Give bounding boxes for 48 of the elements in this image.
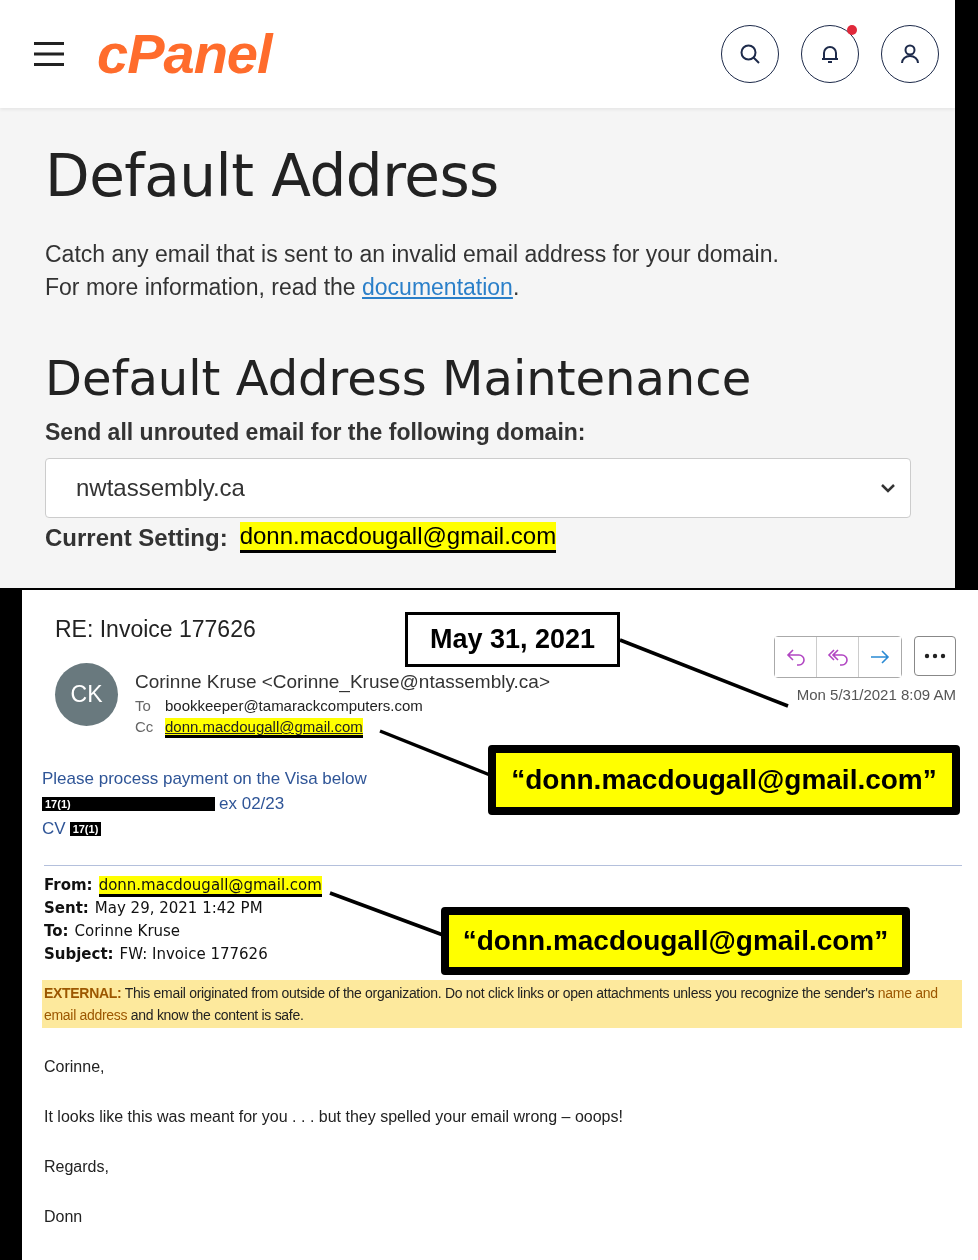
cv-label: CV — [42, 819, 66, 839]
chevron-icon — [880, 483, 896, 494]
quoted-header-value: May 29, 2021 1:42 PM — [94, 899, 263, 917]
reply-button[interactable] — [775, 637, 817, 677]
message-paragraph: It looks like this was meant for you . . . but they spelled your email wrong – ooops! — [44, 1107, 624, 1127]
quoted-header-label: Subject: — [44, 945, 114, 963]
current-setting-value: donn.macdougall@gmail.com — [239, 522, 557, 554]
cc-recipient: donn.macdougall@gmail.com — [165, 718, 363, 738]
quoted-header-value: donn.macdougall@gmail.com — [98, 876, 322, 897]
bell-icon — [819, 43, 841, 65]
email-date: Mon 5/31/2021 8:09 AM — [796, 686, 956, 703]
annotation-box: May 31, 2021 — [405, 612, 620, 667]
email-subject: RE: Invoice 177626 — [55, 616, 256, 643]
field-label: Send all unrouted email for the following domain: — [45, 419, 587, 447]
message-paragraph: Corinne, — [44, 1057, 106, 1077]
quoted-header-value: FW: Invoice 177626 — [119, 945, 268, 963]
annotation-box: “donn.macdougall@gmail.com” — [488, 745, 960, 815]
description: Catch any email that is sent to an invalid email address for your domain. For more information, read the documentation. — [45, 239, 780, 302]
more-button[interactable] — [914, 636, 956, 676]
current-setting-label: Current Setting: — [45, 523, 228, 552]
domain-select[interactable]: nwtassembly.ca — [45, 458, 911, 519]
body-text: Please process payment on the Visa below — [42, 769, 367, 789]
external-warning: EXTERNAL: This email originated from outside of the organization. Do not click links or open attachments unless you recognize the sender's name and email address and know the content is safe. — [42, 980, 962, 1028]
quoted-header-label: From: — [44, 876, 93, 894]
message-paragraph: Donn — [44, 1207, 84, 1227]
sender: Corinne Kruse <Corinne_Kruse@ntassembly.ca> — [135, 671, 551, 693]
page-title: Default Address — [45, 142, 500, 212]
quoted-header-label: To: — [44, 922, 69, 940]
annotation-box: “donn.macdougall@gmail.com” — [441, 907, 910, 975]
redaction-bar: 17(1) — [69, 822, 102, 836]
search-icon — [739, 43, 761, 65]
message-paragraph: Regards, — [44, 1157, 110, 1177]
cc-label: Cc — [135, 718, 155, 735]
card-expiry: ex 02/23 — [219, 794, 285, 814]
redaction-bar: 17(1) — [42, 797, 215, 811]
section-title: Default Address Maintenance — [45, 349, 753, 408]
documentation-link[interactable]: documentation — [362, 273, 513, 300]
user-icon — [899, 43, 921, 65]
recipient: bookkeeper@tamarackcomputers.com — [165, 697, 423, 714]
logo[interactable]: cPanel — [97, 26, 272, 82]
menu-icon[interactable] — [34, 41, 64, 67]
quoted-header-value: Corinne Kruse — [74, 922, 181, 940]
more-icon — [924, 653, 946, 659]
reply-all-icon — [825, 647, 850, 667]
reply-icon — [784, 647, 807, 667]
to-label: To — [135, 697, 152, 714]
avatar: CK — [55, 663, 118, 726]
quoted-header-label: Sent: — [44, 899, 89, 917]
